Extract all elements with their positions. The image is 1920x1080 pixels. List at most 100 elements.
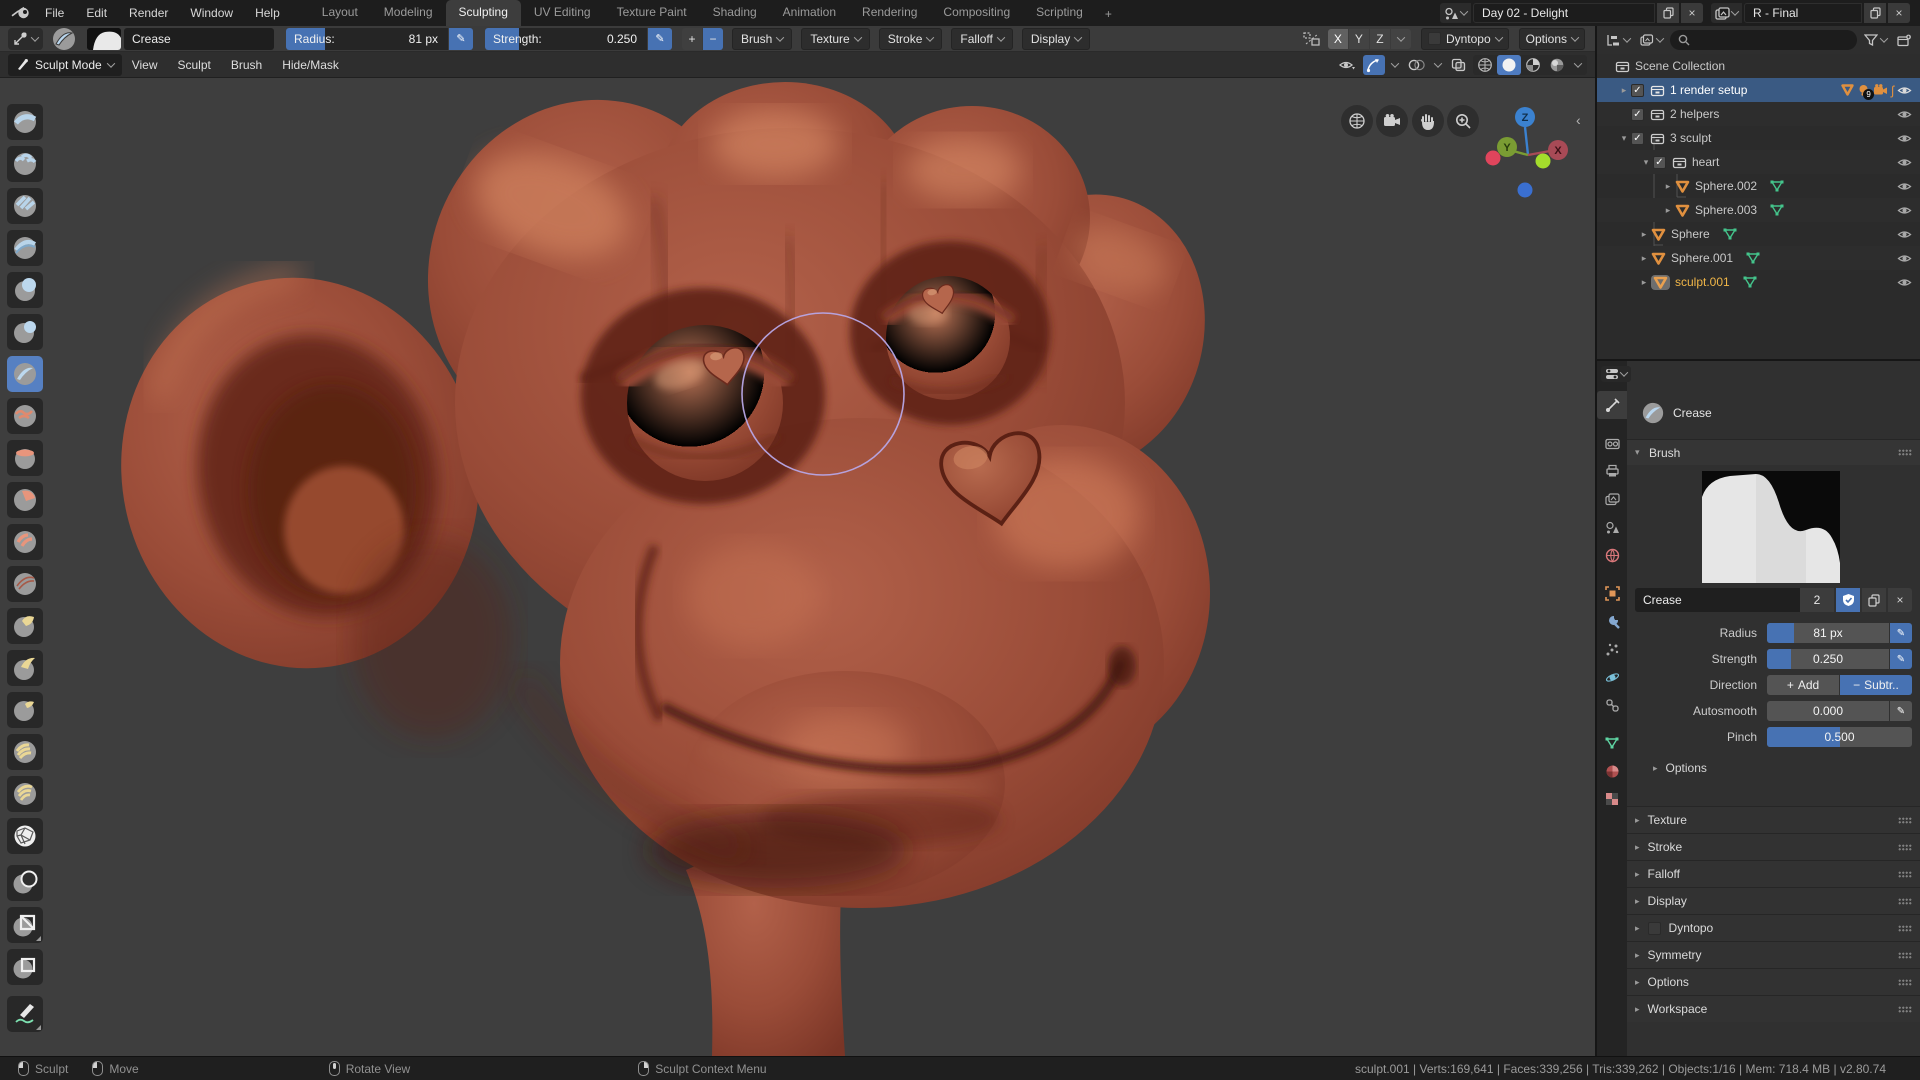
hide-eye-icon[interactable]: [1897, 181, 1912, 192]
panel-stroke[interactable]: ▸ Stroke: [1627, 833, 1920, 860]
overlays-toggle[interactable]: [1405, 55, 1428, 75]
brush-preview-image[interactable]: [1702, 471, 1840, 583]
tool-fill[interactable]: [7, 482, 43, 518]
shading-rendered-button[interactable]: [1545, 55, 1569, 75]
tool-simplify[interactable]: [7, 818, 43, 854]
tab-particles[interactable]: [1597, 635, 1627, 663]
expand-icon[interactable]: ▸: [1637, 229, 1651, 240]
pinch-field[interactable]: 0.500: [1767, 727, 1912, 747]
dyntopo-panel-checkbox[interactable]: [1647, 921, 1661, 935]
hide-eye-icon[interactable]: [1897, 277, 1912, 288]
scene-name-field[interactable]: Day 02 - Delight: [1473, 3, 1655, 23]
drag-handle-icon[interactable]: [1898, 897, 1912, 905]
tab-output[interactable]: [1597, 457, 1627, 485]
radius-pressure-toggle[interactable]: ✎: [1890, 623, 1912, 643]
popover-display[interactable]: Display: [1021, 27, 1091, 50]
tool-scrape[interactable]: [7, 524, 43, 560]
menu-hide-mask[interactable]: Hide/Mask: [272, 58, 349, 72]
tab-modifiers[interactable]: [1597, 607, 1627, 635]
tool-box-mask[interactable]: [7, 949, 43, 985]
blender-logo-icon[interactable]: [8, 4, 34, 22]
copy-brush-button[interactable]: [1862, 588, 1886, 612]
outliner-row-sphere-002[interactable]: ▸ Sphere.002: [1597, 174, 1920, 198]
drag-handle-icon[interactable]: [1898, 816, 1912, 824]
symmetry-y-toggle[interactable]: Y: [1348, 28, 1369, 49]
brush-name-field[interactable]: Crease: [124, 27, 274, 50]
tab-scene[interactable]: [1597, 513, 1627, 541]
tab-rendering[interactable]: Rendering: [849, 0, 930, 26]
menu-render[interactable]: Render: [118, 0, 179, 26]
visibility-dropdown[interactable]: [1336, 55, 1359, 75]
outliner-search-input[interactable]: [1670, 30, 1857, 50]
expand-icon[interactable]: ▸: [1661, 181, 1675, 192]
view-layer-selector-icon[interactable]: [1711, 3, 1742, 23]
drag-handle-icon[interactable]: [1898, 951, 1912, 959]
menu-sculpt[interactable]: Sculpt: [168, 58, 221, 72]
tool-annotate[interactable]: [7, 996, 43, 1032]
gizmo-toggle[interactable]: [1363, 54, 1385, 75]
shading-solid-button[interactable]: [1497, 54, 1521, 75]
tool-layer[interactable]: [7, 230, 43, 266]
outliner-row-sphere[interactable]: ▸ Sphere: [1597, 222, 1920, 246]
shading-dropdown[interactable]: [1569, 55, 1587, 75]
tab-shading[interactable]: Shading: [700, 0, 770, 26]
tool-box-hide[interactable]: [7, 907, 43, 943]
tool-nudge[interactable]: [7, 734, 43, 770]
strength-pressure-toggle[interactable]: ✎: [648, 27, 672, 50]
drag-handle-icon[interactable]: [1898, 978, 1912, 986]
xray-toggle[interactable]: [1448, 55, 1469, 75]
outliner-row-render-setup[interactable]: ▸ ✓ 1 render setup 9 ʃ: [1597, 78, 1920, 102]
tab-compositing[interactable]: Compositing: [930, 0, 1023, 26]
panel-falloff[interactable]: ▸ Falloff: [1627, 860, 1920, 887]
tool-clay-strips[interactable]: [7, 188, 43, 224]
outliner-display-mode-dropdown[interactable]: [1603, 30, 1633, 50]
popover-brush[interactable]: Brush: [732, 27, 793, 50]
radius-pressure-toggle[interactable]: ✎: [449, 27, 473, 50]
tab-physics[interactable]: [1597, 663, 1627, 691]
tool-blob[interactable]: [7, 314, 43, 350]
camera-view-button[interactable]: [1376, 105, 1408, 137]
tab-modeling[interactable]: Modeling: [371, 0, 446, 26]
expand-icon[interactable]: ▸: [1661, 205, 1675, 216]
panel-dyntopo[interactable]: ▸ Dyntopo: [1627, 914, 1920, 941]
tab-uv-editing[interactable]: UV Editing: [521, 0, 604, 26]
menu-window[interactable]: Window: [179, 0, 244, 26]
outliner-row-scene-collection[interactable]: Scene Collection: [1597, 54, 1920, 78]
scene-copy-button[interactable]: [1657, 3, 1679, 23]
panel-texture[interactable]: ▸ Texture: [1627, 806, 1920, 833]
hide-eye-icon[interactable]: [1897, 253, 1912, 264]
tool-pinch[interactable]: [7, 566, 43, 602]
tool-smooth[interactable]: [7, 398, 43, 434]
brush-users-count[interactable]: 2: [1800, 588, 1834, 612]
direction-add-button[interactable]: + Add: [1767, 675, 1839, 695]
drag-handle-icon[interactable]: [1898, 1005, 1912, 1013]
strength-slider[interactable]: Strength: 0.250: [485, 27, 647, 50]
hide-eye-icon[interactable]: [1897, 205, 1912, 216]
tab-constraints[interactable]: [1597, 691, 1627, 719]
add-workspace-button[interactable]: +: [1096, 3, 1121, 26]
expand-icon[interactable]: ▸: [1617, 85, 1631, 96]
panel-options[interactable]: ▸ Options: [1627, 968, 1920, 995]
autosmooth-pressure-toggle[interactable]: ✎: [1890, 701, 1912, 721]
menu-help[interactable]: Help: [244, 0, 291, 26]
autosmooth-field[interactable]: 0.000: [1767, 701, 1889, 721]
menu-file[interactable]: File: [34, 0, 75, 26]
row-checkbox[interactable]: ✓: [1631, 131, 1644, 145]
expand-icon[interactable]: ▸: [1637, 253, 1651, 264]
overlays-dropdown[interactable]: [1432, 55, 1444, 75]
outliner-row-helpers[interactable]: ✓ 2 helpers: [1597, 102, 1920, 126]
expand-icon[interactable]: ▸: [1637, 277, 1651, 288]
collapse-icon[interactable]: ▾: [1639, 157, 1653, 168]
row-checkbox[interactable]: ✓: [1631, 83, 1644, 97]
hide-eye-icon[interactable]: [1897, 109, 1912, 120]
scene-selector-icon[interactable]: [1440, 3, 1471, 23]
tool-clay[interactable]: [7, 146, 43, 182]
brush-selector-button[interactable]: [87, 27, 121, 50]
dyntopo-checkbox[interactable]: [1427, 32, 1441, 45]
pan-view-button[interactable]: [1412, 105, 1444, 137]
panel-display[interactable]: ▸ Display: [1627, 887, 1920, 914]
tab-view-layer[interactable]: [1597, 485, 1627, 513]
tab-material[interactable]: [1597, 757, 1627, 785]
drag-handle-icon[interactable]: [1898, 449, 1912, 456]
view-layer-copy-button[interactable]: [1864, 3, 1886, 23]
